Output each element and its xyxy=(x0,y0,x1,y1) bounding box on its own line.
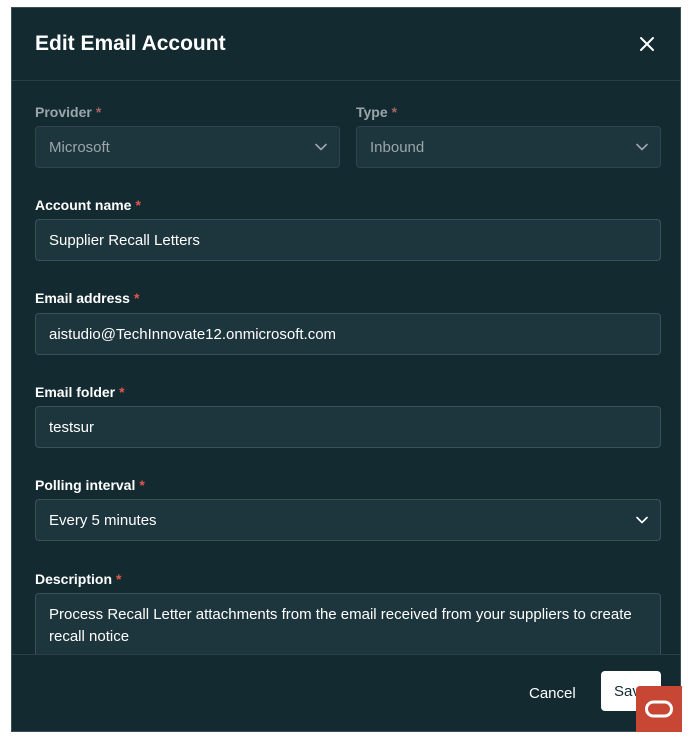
dialog-body: Provider * Microsoft Type * Inbound Accoun… xyxy=(12,81,680,654)
description-label-text: Description xyxy=(35,571,113,587)
close-icon xyxy=(640,37,654,51)
account-name-value: Supplier Recall Letters xyxy=(49,231,200,249)
chevron-down-icon xyxy=(636,516,648,524)
required-mark: * xyxy=(95,104,102,120)
account-name-label-text: Account name xyxy=(35,197,132,213)
oracle-badge[interactable] xyxy=(636,686,682,732)
description-label: Description * xyxy=(35,570,121,588)
email-folder-label: Email folder * xyxy=(35,383,125,401)
polling-interval-label: Polling interval * xyxy=(35,476,145,494)
type-select[interactable]: Inbound xyxy=(356,126,661,168)
dialog-header: Edit Email Account xyxy=(12,8,680,81)
edit-email-account-dialog: Edit Email Account Provider * Microsoft T… xyxy=(11,7,681,732)
provider-select[interactable]: Microsoft xyxy=(35,126,340,168)
description-value: Process Recall Letter attachments from t… xyxy=(49,606,632,645)
email-folder-value: testsur xyxy=(49,418,95,436)
provider-label: Provider * xyxy=(35,103,101,121)
polling-interval-value: Every 5 minutes xyxy=(49,511,157,529)
chevron-down-icon xyxy=(315,143,327,151)
email-address-input[interactable]: aistudio@TechInnovate12.onmicrosoft.com xyxy=(35,313,661,355)
required-mark: * xyxy=(391,104,398,120)
dialog-footer: Cancel Save xyxy=(12,654,680,731)
account-name-label: Account name * xyxy=(35,196,141,214)
provider-value: Microsoft xyxy=(49,138,110,156)
type-value: Inbound xyxy=(370,138,425,156)
required-mark: * xyxy=(119,384,125,400)
required-mark: * xyxy=(135,197,141,213)
email-folder-input[interactable]: testsur xyxy=(35,406,661,448)
email-address-label: Email address * xyxy=(35,289,139,307)
polling-interval-select[interactable]: Every 5 minutes xyxy=(35,499,661,541)
dialog-title: Edit Email Account xyxy=(35,32,226,55)
close-button[interactable] xyxy=(635,32,659,56)
required-mark: * xyxy=(133,290,140,306)
email-folder-label-text: Email folder xyxy=(35,384,116,400)
account-name-input[interactable]: Supplier Recall Letters xyxy=(35,219,661,261)
oracle-logo-icon xyxy=(645,700,673,718)
polling-interval-label-text: Polling interval xyxy=(35,477,136,493)
provider-label-text: Provider xyxy=(35,104,92,120)
chevron-down-icon xyxy=(636,143,648,151)
type-label: Type * xyxy=(356,103,397,121)
email-address-label-text: Email address xyxy=(35,290,130,306)
cancel-button[interactable]: Cancel xyxy=(517,678,588,708)
email-address-value: aistudio@TechInnovate12.onmicrosoft.com xyxy=(49,325,337,343)
description-textarea[interactable]: Process Recall Letter attachments from t… xyxy=(35,593,661,654)
type-label-text: Type xyxy=(356,104,388,120)
required-mark: * xyxy=(139,477,145,493)
required-mark: * xyxy=(116,571,122,587)
